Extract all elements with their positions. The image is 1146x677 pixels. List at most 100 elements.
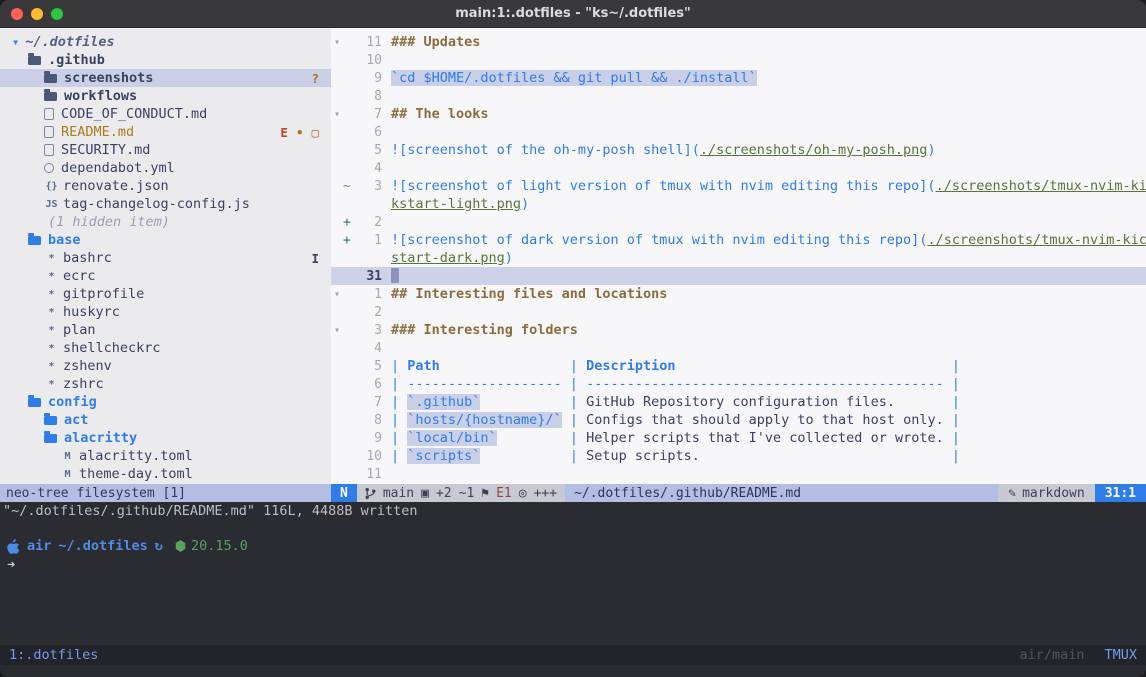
- editor-line[interactable]: 11: [331, 465, 1146, 483]
- tree-item-base[interactable]: base: [0, 231, 331, 249]
- window-title: main:1:.dotfiles - "ks~/.dotfiles": [0, 6, 1146, 21]
- tree-item-security-md[interactable]: SECURITY.md: [0, 141, 331, 159]
- tree-item-renovate-json[interactable]: {}renovate.json: [0, 177, 331, 195]
- line-number: 2: [356, 215, 382, 230]
- line-number: 11: [356, 467, 382, 482]
- tree-item-alacritty[interactable]: alacritty: [0, 429, 331, 447]
- tmux-statusbar: 1:.dotfiles air/main TMUX: [0, 645, 1146, 665]
- editor-line[interactable]: 4: [331, 159, 1146, 177]
- file-tree: ▾~/.dotfiles.githubscreenshots?workflows…: [0, 33, 331, 483]
- editor-line[interactable]: 31: [331, 267, 1146, 285]
- window-bottom-padding: [0, 665, 1146, 677]
- editor-line[interactable]: 5| Path | Description |: [331, 357, 1146, 375]
- tree-item-config[interactable]: config: [0, 393, 331, 411]
- gutter-sign: ~: [343, 179, 356, 194]
- tree-item-label: theme-day.toml: [79, 466, 193, 482]
- tree-item-screenshots[interactable]: screenshots?: [0, 69, 331, 87]
- tree-item-github[interactable]: .github: [0, 51, 331, 69]
- editor-line[interactable]: +2: [331, 213, 1146, 231]
- tree-item-alacritty-toml[interactable]: Malacritty.toml: [0, 447, 331, 465]
- line-text: kstart-light.png): [382, 196, 1146, 212]
- tree-item-gitprofile[interactable]: *gitprofile: [0, 285, 331, 303]
- folder-icon: [28, 56, 41, 65]
- tree-item-shellcheckrc[interactable]: *shellcheckrc: [0, 339, 331, 357]
- apple-icon: [7, 539, 20, 554]
- editor-line[interactable]: 9`cd $HOME/.dotfiles && git pull && ./in…: [331, 69, 1146, 87]
- line-text: | ------------------- | ----------------…: [382, 376, 1146, 392]
- tmux-window-name[interactable]: 1:.dotfiles: [9, 647, 98, 663]
- editor-buffer[interactable]: ▾11### Updates 109`cd $HOME/.dotfiles && …: [331, 28, 1146, 484]
- editor-line[interactable]: 6: [331, 123, 1146, 141]
- editor-line[interactable]: 6| ------------------- | ---------------…: [331, 375, 1146, 393]
- tree-item-act[interactable]: act: [0, 411, 331, 429]
- gutter-sign: +: [343, 215, 356, 230]
- editor-line[interactable]: start-dark.png): [331, 249, 1146, 267]
- line-text: ![screenshot of dark version of tmux wit…: [382, 232, 1146, 248]
- sync-icon: ↻: [155, 538, 163, 554]
- shell-file-icon: *: [44, 271, 59, 282]
- shell-area[interactable]: air ~/.dotfiles ↻ 20.15.0 ➜: [0, 520, 1146, 645]
- statusline: N main ▣ +2 ~1 ⚑ E1 ◎ +++ ~/.dotfiles/.g…: [331, 484, 1146, 502]
- tree-item-label: base: [48, 232, 81, 248]
- status-badge: ?: [311, 71, 319, 86]
- tree-item-workflows[interactable]: workflows: [0, 87, 331, 105]
- tree-item-tag-changelog-config-js[interactable]: JStag-changelog-config.js: [0, 195, 331, 213]
- tree-item-1-hidden-item[interactable]: (1 hidden item): [0, 213, 331, 231]
- editor-line[interactable]: ~3![screenshot of light version of tmux …: [331, 177, 1146, 195]
- braces-icon: {}: [44, 181, 59, 192]
- tmux-session-name: air/main: [1019, 647, 1084, 663]
- editor-line[interactable]: 10| `scripts` | Setup scripts. |: [331, 447, 1146, 465]
- editor-line[interactable]: 8| `hosts/{hostname}/` | Configs that sh…: [331, 411, 1146, 429]
- editor-line[interactable]: kstart-light.png): [331, 195, 1146, 213]
- tree-item-dotfiles[interactable]: ▾~/.dotfiles: [0, 33, 331, 51]
- git-hunks: +++: [534, 486, 557, 501]
- line-number: 8: [356, 413, 382, 428]
- tree-item-zshenv[interactable]: *zshenv: [0, 357, 331, 375]
- file-icon: [44, 126, 54, 138]
- tree-item-label: screenshots: [64, 70, 153, 86]
- tree-item-plan[interactable]: *plan: [0, 321, 331, 339]
- tree-item-code-of-conduct-md[interactable]: CODE_OF_CONDUCT.md: [0, 105, 331, 123]
- editor-line[interactable]: 5![screenshot of the oh-my-posh shell](.…: [331, 141, 1146, 159]
- editor-line[interactable]: 9| `local/bin` | Helper scripts that I'v…: [331, 429, 1146, 447]
- editor-line[interactable]: +1![screenshot of dark version of tmux w…: [331, 231, 1146, 249]
- node-hexagon-icon: [175, 540, 186, 552]
- file-icon: [44, 108, 54, 120]
- line-number: 4: [356, 341, 382, 356]
- tree-item-label: plan: [63, 322, 96, 338]
- tree-item-label: dependabot.yml: [61, 160, 175, 176]
- message-line: "~/.dotfiles/.github/README.md" 116L, 44…: [0, 502, 1146, 520]
- editor-line[interactable]: 7| `.github` | GitHub Repository configu…: [331, 393, 1146, 411]
- filetype-label: markdown: [1022, 486, 1085, 501]
- tree-item-zshrc[interactable]: *zshrc: [0, 375, 331, 393]
- editor-line[interactable]: 2: [331, 303, 1146, 321]
- line-number: 31: [356, 269, 382, 284]
- line-number: 4: [356, 161, 382, 176]
- line-number: 10: [356, 53, 382, 68]
- editor-line[interactable]: 10: [331, 51, 1146, 69]
- nvim-main: ▾~/.dotfiles.githubscreenshots?workflows…: [0, 28, 1146, 484]
- fold-marker: ▾: [331, 109, 343, 120]
- target-icon: ◎: [519, 486, 527, 501]
- editor-line[interactable]: 8: [331, 87, 1146, 105]
- editor-line[interactable]: ▾11### Updates: [331, 33, 1146, 51]
- tree-item-huskyrc[interactable]: *huskyrc: [0, 303, 331, 321]
- editor-line[interactable]: ▾7## The looks: [331, 105, 1146, 123]
- tree-item-readme-md[interactable]: README.mdE•▢: [0, 123, 331, 141]
- tree-item-theme-day-toml[interactable]: Mtheme-day.toml: [0, 465, 331, 483]
- tmux-right-status: air/main TMUX: [1019, 647, 1137, 663]
- neotree-status-text: neo-tree filesystem [1]: [6, 486, 186, 501]
- js-icon: JS: [44, 199, 59, 210]
- editor-line[interactable]: 4: [331, 339, 1146, 357]
- git-changed-count: ~1: [459, 486, 475, 501]
- tree-item-dependabot-yml[interactable]: dependabot.yml: [0, 159, 331, 177]
- tree-item-ecrc[interactable]: *ecrc: [0, 267, 331, 285]
- editor-line[interactable]: ▾3### Interesting folders: [331, 321, 1146, 339]
- editor-line[interactable]: ▾1## Interesting files and locations: [331, 285, 1146, 303]
- neotree-sidebar: ▾~/.dotfiles.githubscreenshots?workflows…: [0, 28, 331, 484]
- prompt-arrow: ➜: [7, 557, 15, 573]
- prompt-input-line[interactable]: ➜: [7, 556, 1139, 574]
- tree-item-label: gitprofile: [63, 286, 144, 302]
- tree-item-bashrc[interactable]: *bashrcI: [0, 249, 331, 267]
- editor-lines: ▾11### Updates 109`cd $HOME/.dotfiles && …: [331, 33, 1146, 483]
